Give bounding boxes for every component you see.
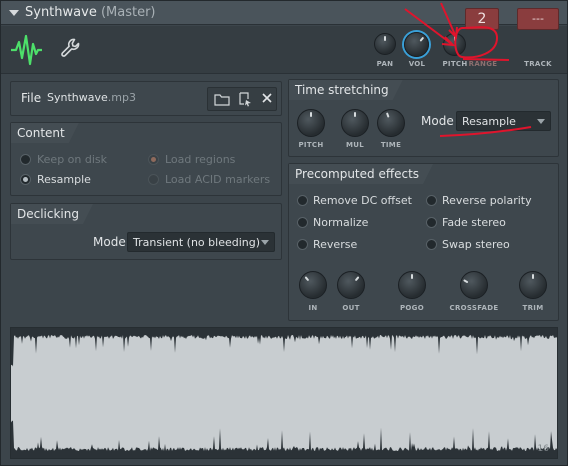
resample-radio[interactable] — [20, 174, 31, 185]
channel-settings-window: Synthwave (Master) ✕ PAN VOL PITCH RANGE… — [0, 0, 568, 466]
chevron-down-icon — [537, 119, 545, 124]
window-title: Synthwave (Master) — [25, 5, 156, 20]
load-regions-radio[interactable] — [148, 154, 159, 165]
precomputed-effects-panel: Precomputed effects Remove DC offset Nor… — [288, 163, 559, 321]
range-label: RANGE — [468, 60, 498, 68]
clear-file-button[interactable] — [256, 89, 278, 109]
remove-dc-offset-radio[interactable] — [297, 195, 308, 206]
keep-on-disk-radio[interactable] — [20, 154, 31, 165]
locate-file-icon — [239, 92, 251, 107]
time-stretching-header: Time stretching — [289, 80, 403, 100]
reverse-label[interactable]: Reverse — [313, 238, 357, 251]
window-title-name: Synthwave — [25, 5, 97, 20]
stretch-time-label: TIME — [380, 141, 402, 149]
in-label: IN — [308, 304, 318, 312]
file-panel: File Synthwave.mp3 — [10, 81, 282, 116]
declicking-header: Declicking — [11, 204, 93, 224]
stretch-mode-value: Resample — [462, 115, 516, 128]
precomputed-effects-header: Precomputed effects — [289, 164, 433, 184]
pan-label: PAN — [376, 60, 394, 68]
resample-label[interactable]: Resample — [37, 173, 91, 186]
open-file-button[interactable] — [210, 89, 232, 109]
swap-stereo-label[interactable]: Swap stereo — [442, 238, 510, 251]
volume-label: VOL — [408, 60, 426, 68]
window-title-sub: (Master) — [100, 5, 156, 20]
declicking-panel: Declicking Mode Transient (no bleeding) — [10, 203, 282, 260]
waveform-icon[interactable] — [7, 30, 45, 70]
out-knob[interactable] — [337, 271, 365, 299]
volume-knob[interactable] — [404, 32, 429, 57]
fade-stereo-label[interactable]: Fade stereo — [442, 216, 506, 229]
waveform-display[interactable]: 16 — [10, 327, 558, 459]
pitch-range-box[interactable]: 2 — [465, 8, 499, 30]
content-header: Content — [11, 123, 79, 143]
pogo-label: POGO — [400, 304, 424, 312]
mixer-track-box[interactable]: --- — [517, 8, 559, 30]
pitch-label: PITCH — [442, 60, 468, 68]
stretch-pitch-knob[interactable] — [297, 109, 325, 137]
file-label: File — [21, 91, 42, 105]
file-name: Synthwave.mp3 — [47, 91, 136, 104]
stretch-mode-select[interactable]: Resample — [456, 111, 551, 131]
track-label: TRACK — [524, 60, 552, 68]
out-label: OUT — [342, 304, 360, 312]
stretch-time-knob[interactable] — [377, 109, 405, 137]
trim-label: TRIM — [522, 304, 544, 312]
normalize-label[interactable]: Normalize — [313, 216, 368, 229]
wrench-icon[interactable] — [59, 36, 83, 60]
declicking-mode-select[interactable]: Transient (no bleeding) — [127, 232, 275, 252]
crossfade-knob[interactable] — [460, 271, 488, 299]
content-panel: Content Keep on disk Resample Load regio… — [10, 122, 282, 196]
load-regions-label[interactable]: Load regions — [165, 153, 235, 166]
trim-knob[interactable] — [519, 271, 547, 299]
reverse-radio[interactable] — [297, 239, 308, 250]
pan-knob[interactable] — [374, 33, 396, 55]
stretch-mode-label: Mode — [421, 114, 454, 128]
locate-file-button[interactable] — [233, 89, 255, 109]
waveform-count: 16 — [537, 444, 549, 454]
remove-dc-offset-label[interactable]: Remove DC offset — [313, 194, 412, 207]
crossfade-label: CROSSFADE — [449, 304, 499, 312]
reverse-polarity-label[interactable]: Reverse polarity — [442, 194, 532, 207]
stretch-pitch-label: PITCH — [298, 141, 324, 149]
declicking-mode-label: Mode — [93, 235, 126, 249]
stretch-mul-knob[interactable] — [341, 109, 369, 137]
in-knob[interactable] — [299, 271, 327, 299]
load-acid-markers-label[interactable]: Load ACID markers — [165, 173, 270, 186]
file-name-base: Synthwave — [47, 91, 108, 104]
folder-icon — [214, 94, 230, 106]
swap-stereo-radio[interactable] — [426, 239, 437, 250]
pitch-knob[interactable] — [443, 33, 466, 56]
chevron-down-icon — [261, 240, 269, 245]
declicking-mode-value: Transient (no bleeding) — [133, 236, 261, 249]
reverse-polarity-radio[interactable] — [426, 195, 437, 206]
file-buttons-group — [207, 87, 277, 111]
window-menu-arrow-icon[interactable] — [9, 10, 19, 16]
pogo-knob[interactable] — [398, 271, 426, 299]
waveform-graphic — [11, 335, 557, 451]
normalize-radio[interactable] — [297, 217, 308, 228]
load-acid-markers-radio[interactable] — [148, 174, 159, 185]
file-name-ext: .mp3 — [107, 91, 136, 104]
stretch-mul-label: MUL — [345, 141, 364, 149]
time-stretching-panel: Time stretching PITCH MUL TIME Mode Resa… — [288, 79, 559, 157]
fade-stereo-radio[interactable] — [426, 217, 437, 228]
close-icon — [262, 93, 272, 103]
channel-toolbar: PAN VOL PITCH RANGE TRACK — [1, 26, 567, 74]
keep-on-disk-label[interactable]: Keep on disk — [37, 153, 107, 166]
